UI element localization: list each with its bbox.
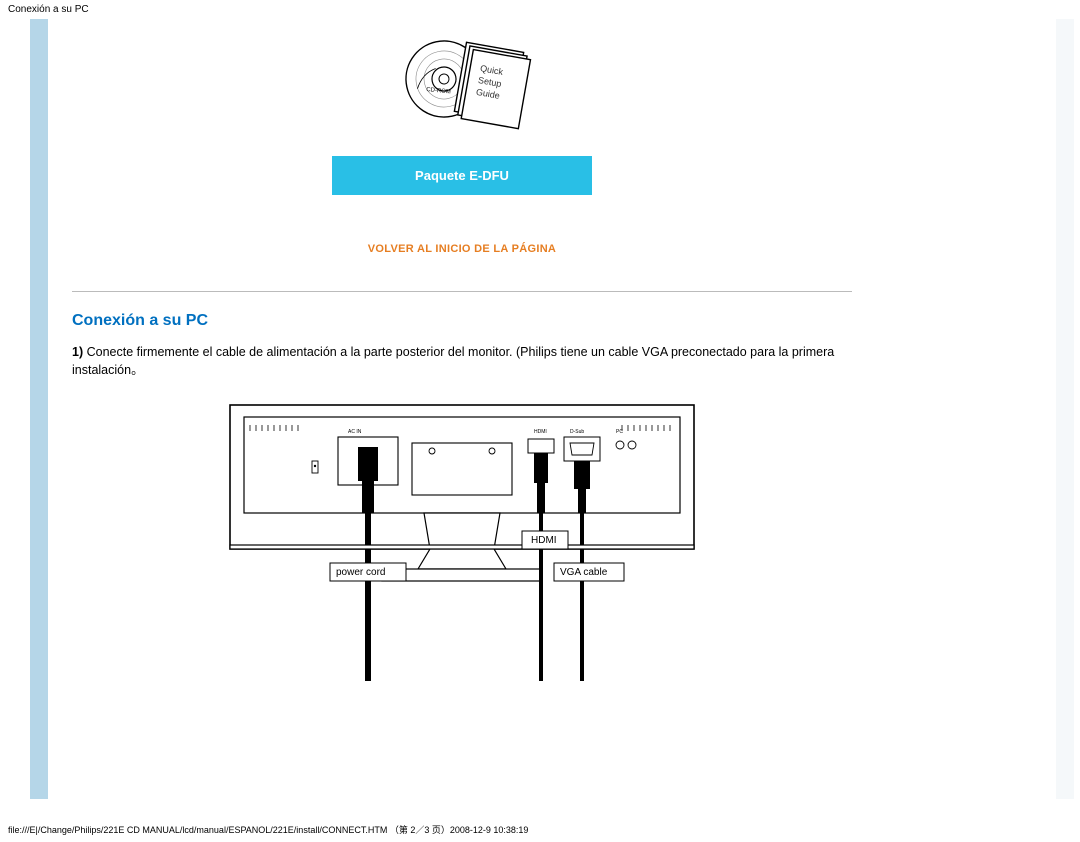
svg-text:PC: PC xyxy=(616,429,623,435)
step-number: 1) xyxy=(72,345,83,359)
edfu-illustration: CD-ROM Quick Setup Guide xyxy=(52,19,872,140)
left-sidebar-stripe xyxy=(30,19,48,799)
content-area: CD-ROM Quick Setup Guide Paquete E-DFU V… xyxy=(48,19,876,799)
step-text: Conecte firmemente el cable de alimentac… xyxy=(72,345,834,377)
power-cord-label-text: power cord xyxy=(336,567,385,578)
page-footer-path: file:///E|/Change/Philips/221E CD MANUAL… xyxy=(0,799,1080,842)
section-divider xyxy=(72,291,852,292)
vga-cable-label-text: VGA cable xyxy=(560,567,608,578)
right-sidebar-stripe xyxy=(1056,19,1074,799)
page-header-title: Conexión a su PC xyxy=(0,0,1080,19)
page-wrapper: CD-ROM Quick Setup Guide Paquete E-DFU V… xyxy=(0,19,1080,799)
monitor-diagram-icon: AC IN xyxy=(202,403,722,683)
cd-guide-icon: CD-ROM Quick Setup Guide xyxy=(368,29,556,137)
svg-text:HDMI: HDMI xyxy=(534,429,547,435)
step-1-instruction: 1) Conecte firmemente el cable de alimen… xyxy=(72,344,852,379)
svg-text:D-Sub: D-Sub xyxy=(570,429,584,435)
section-title: Conexión a su PC xyxy=(72,312,852,330)
back-to-top-link[interactable]: VOLVER AL INICIO DE LA PÁGINA xyxy=(52,195,872,291)
hdmi-label-text: HDMI xyxy=(531,535,557,546)
svg-text:AC IN: AC IN xyxy=(348,429,362,435)
monitor-back-illustration: AC IN xyxy=(52,389,872,686)
edfu-label-box: Paquete E-DFU xyxy=(332,156,592,195)
